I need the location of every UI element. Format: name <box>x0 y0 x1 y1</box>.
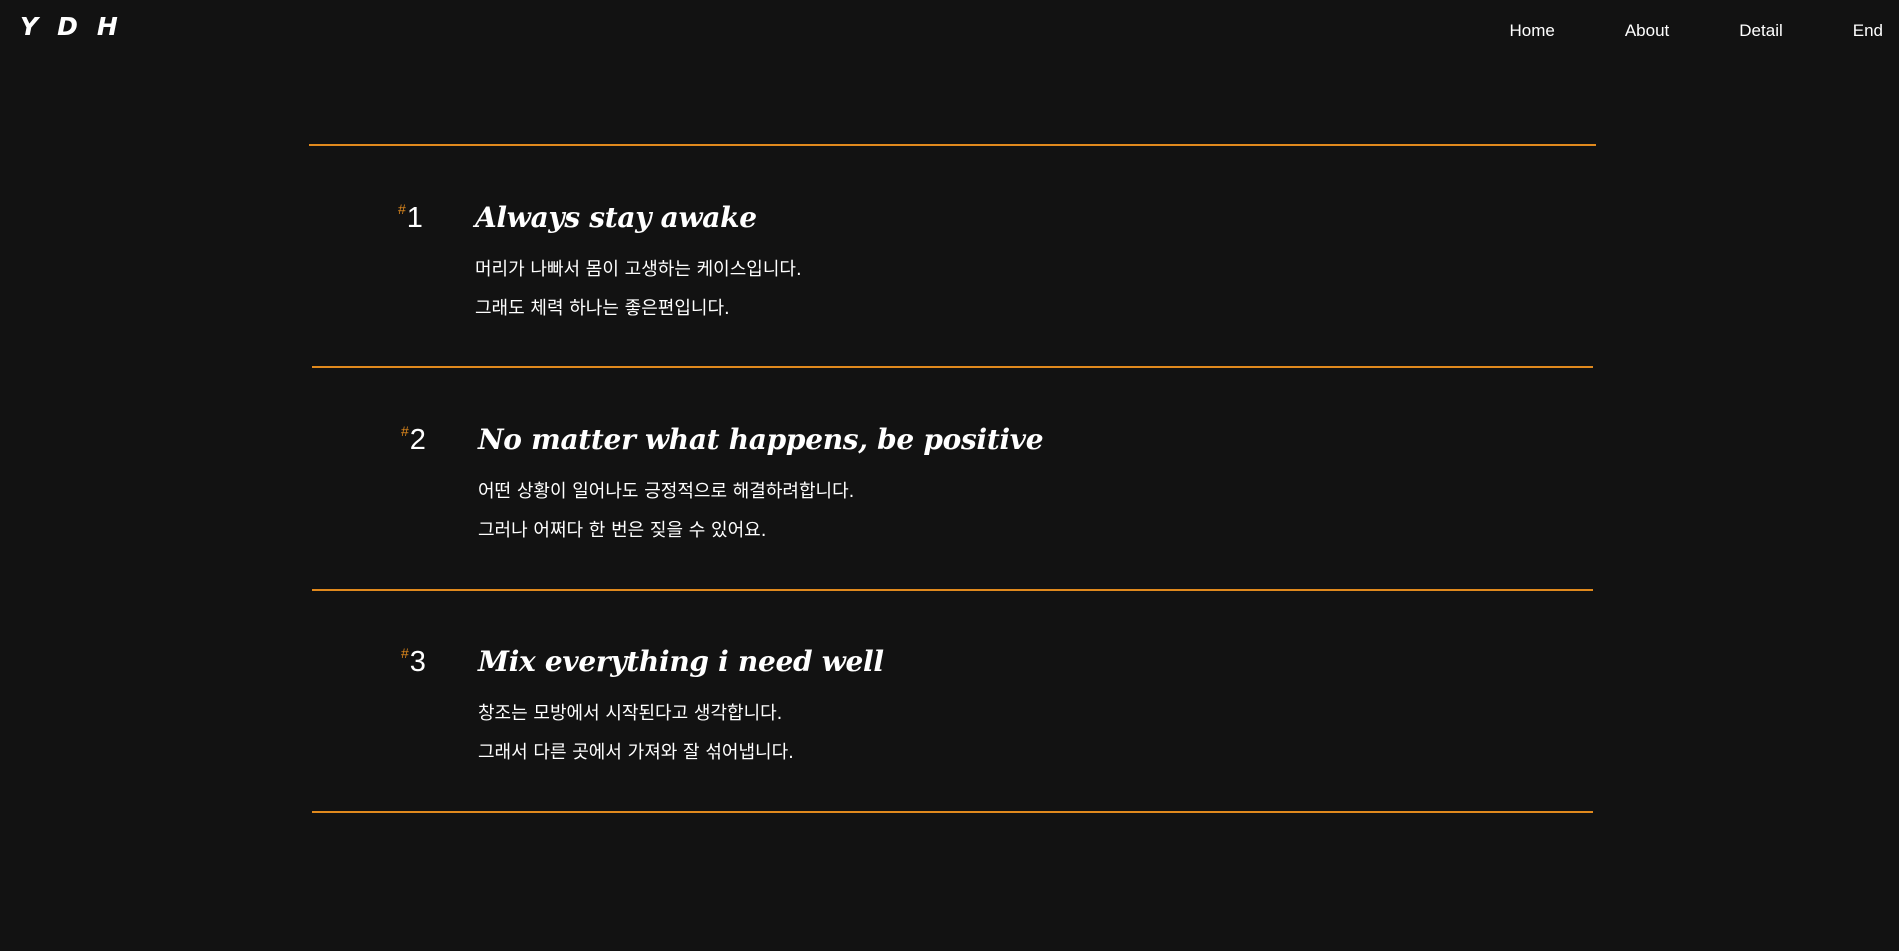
item-description-line: 창조는 모방에서 시작된다고 생각합니다. <box>478 703 783 724</box>
hash-symbol: # <box>401 423 409 439</box>
logo-letter: H <box>96 12 118 41</box>
item-description-line: 그래서 다른 곳에서 가져와 잘 섞어냅니다. <box>478 742 794 763</box>
hash-symbol: # <box>398 201 406 217</box>
item-number-value: 2 <box>409 424 426 456</box>
nav-link-detail[interactable]: Detail <box>1739 21 1782 41</box>
divider-line <box>312 366 1593 368</box>
logo-letter: Y <box>20 12 39 41</box>
site-header: YDH Home About Detail End <box>0 0 1899 62</box>
nav-link-home[interactable]: Home <box>1509 21 1554 41</box>
divider-line <box>312 589 1593 591</box>
item-description-line: 머리가 나빠서 몸이 고생하는 케이스입니다. <box>475 259 802 280</box>
nav-link-end[interactable]: End <box>1853 21 1883 41</box>
item-number: #2 <box>401 423 426 457</box>
item-number: #3 <box>401 645 426 679</box>
item-number-value: 1 <box>406 202 423 234</box>
main-nav: Home About Detail End <box>1509 21 1883 41</box>
divider-line <box>309 144 1596 146</box>
item-number: #1 <box>398 201 423 235</box>
logo-letter: D <box>57 12 78 41</box>
item-description-line: 그래도 체력 하나는 좋은편입니다. <box>475 298 730 319</box>
nav-link-about[interactable]: About <box>1625 21 1669 41</box>
item-description-line: 그러나 어쩌다 한 번은 짖을 수 있어요. <box>478 520 767 541</box>
item-title: Always stay awake <box>475 201 757 234</box>
divider-line <box>312 811 1593 813</box>
item-description-line: 어떤 상황이 일어나도 긍정적으로 해결하려합니다. <box>478 481 855 502</box>
item-title: Mix everything i need well <box>478 645 884 678</box>
item-number-value: 3 <box>409 646 426 678</box>
item-title: No matter what happens, be positive <box>478 423 1044 456</box>
site-logo[interactable]: YDH <box>20 12 137 41</box>
hash-symbol: # <box>401 645 409 661</box>
